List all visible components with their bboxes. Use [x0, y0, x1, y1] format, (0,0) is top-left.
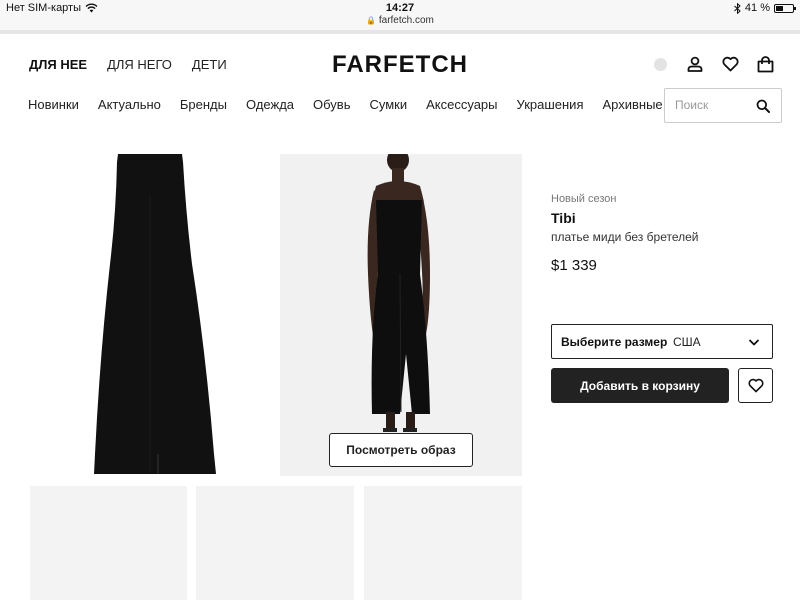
region-selector[interactable] [651, 55, 669, 73]
thumbnail-placeholder-2[interactable] [196, 486, 354, 600]
header-icons [651, 55, 774, 73]
heart-icon [721, 56, 739, 72]
view-look-button[interactable]: Посмотреть образ [329, 433, 473, 467]
category-nav: Новинки Актуально Бренды Одежда Обувь Су… [28, 97, 663, 112]
account-button[interactable] [686, 55, 704, 73]
farfetch-logo[interactable]: FARFETCH [332, 51, 468, 79]
model-illustration [280, 154, 522, 476]
region-dot-icon [653, 57, 667, 71]
search-input[interactable] [675, 98, 755, 112]
nav-item-bags[interactable]: Сумки [369, 97, 407, 112]
battery-icon [774, 3, 796, 13]
bag-button[interactable] [756, 55, 774, 73]
nav-item-jewelry[interactable]: Украшения [517, 97, 584, 112]
size-dropdown-label: Выберите размер [561, 335, 668, 349]
product-description: платье миди без бретелей [551, 230, 699, 244]
url-text: farfetch.com [378, 15, 434, 26]
size-system-value: США [673, 335, 701, 349]
heart-icon [748, 378, 763, 393]
lock-icon: 🔒 [366, 16, 377, 25]
wishlist-button[interactable] [721, 55, 739, 73]
nav-item-shoes[interactable]: Обувь [313, 97, 350, 112]
battery-percent: 41 % [744, 2, 770, 14]
account-icon [687, 56, 703, 72]
nav-item-accessories[interactable]: Аксессуары [426, 97, 497, 112]
system-indicators: 41 % [734, 2, 796, 14]
nav-item-clothing[interactable]: Одежда [246, 97, 294, 112]
nav-item-brands[interactable]: Бренды [180, 97, 227, 112]
season-badge: Новый сезон [551, 193, 617, 205]
add-to-cart-button[interactable]: Добавить в корзину [551, 368, 729, 403]
nav-item-new[interactable]: Новинки [28, 97, 79, 112]
product-image-main[interactable] [30, 154, 270, 476]
product-price: $1 339 [551, 257, 597, 274]
product-image-model[interactable] [280, 154, 522, 476]
chevron-down-icon [748, 339, 760, 346]
nav-item-archive[interactable]: Архивные [602, 97, 662, 112]
clock: 14:27 [385, 2, 415, 14]
status-bar: Нет SIM-карты 14:27 🔒 farfetch.com 41 % [0, 0, 800, 30]
dress-illustration [94, 154, 216, 474]
size-dropdown[interactable]: Выберите размер США [551, 324, 773, 359]
brand-name[interactable]: Tibi [551, 210, 576, 226]
search-box [664, 88, 782, 123]
nav-item-trending[interactable]: Актуально [98, 97, 161, 112]
bluetooth-icon [734, 2, 741, 14]
thumbnail-placeholder-3[interactable] [364, 486, 522, 600]
add-to-wishlist-button[interactable] [738, 368, 773, 403]
search-icon[interactable] [756, 99, 770, 113]
address-bar[interactable]: 🔒 farfetch.com [0, 15, 800, 26]
bag-icon [757, 55, 773, 72]
browser-divider [0, 30, 800, 34]
thumbnail-placeholder-1[interactable] [30, 486, 187, 600]
